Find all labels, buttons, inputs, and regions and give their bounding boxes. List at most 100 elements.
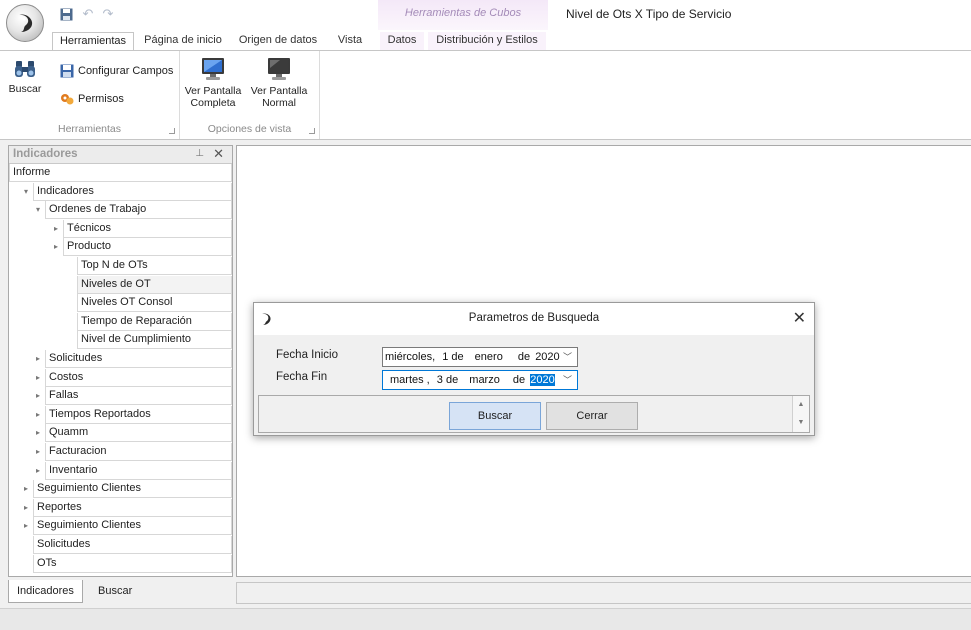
fecha-fin-de: de <box>512 374 526 386</box>
chevron-down-icon[interactable]: ﹀ <box>563 371 572 389</box>
tree-node[interactable]: ▾ Indicadores <box>9 183 232 201</box>
tree-node-label: Seguimiento Clientes <box>33 517 232 535</box>
ver-pantalla-completa-button[interactable]: Ver Pantalla Completa <box>184 55 242 109</box>
scroll-down-icon[interactable]: ▼ <box>793 414 809 432</box>
tree-node[interactable]: ▸ Seguimiento Clientes <box>9 480 232 498</box>
tree-node[interactable]: ▸ Inventario <box>9 462 232 480</box>
undo-icon[interactable]: ↶ <box>80 6 96 22</box>
chevron-down-icon[interactable]: ▾ <box>21 183 31 200</box>
tree-node-label: Ordenes de Trabajo <box>45 201 232 219</box>
chevron-right-icon[interactable]: ▸ <box>51 238 61 255</box>
chevron-right-icon[interactable]: ▸ <box>33 406 43 423</box>
chevron-right-icon[interactable]: ▸ <box>33 350 43 367</box>
chevron-down-icon[interactable]: ▾ <box>33 201 43 218</box>
chevron-right-icon[interactable]: ▸ <box>33 462 43 479</box>
chevron-right-icon[interactable]: ▸ <box>21 480 31 497</box>
fecha-fin-day: 3 de <box>436 374 459 386</box>
save-icon[interactable] <box>58 6 74 22</box>
fecha-fin-year[interactable]: 2020 <box>530 374 555 386</box>
fecha-inicio-picker[interactable]: miércoles, 1 de enero de 2020 ﹀ <box>382 347 578 367</box>
group-launcher-icon[interactable] <box>169 128 175 134</box>
buscar-dialog-button[interactable]: Buscar <box>449 402 541 430</box>
tree-node[interactable]: ▸ Reportes <box>9 499 232 517</box>
tree-node[interactable]: Tiempo de Reparación <box>9 313 232 331</box>
tree-node[interactable]: Solicitudes <box>9 536 232 554</box>
permisos-button[interactable]: Permisos <box>60 89 124 109</box>
chevron-right-icon[interactable]: ▸ <box>33 369 43 386</box>
scroll-up-icon[interactable]: ▲ <box>793 396 809 414</box>
tree-node[interactable]: ▸ Técnicos <box>9 220 232 238</box>
tree-node[interactable]: ▸ Quamm <box>9 424 232 442</box>
tree-node[interactable]: OTs <box>9 555 232 573</box>
tree-node[interactable]: ▸ Seguimiento Clientes <box>9 517 232 535</box>
tree-node[interactable]: ▸ Tiempos Reportados <box>9 406 232 424</box>
ribbon-group-herramientas: Buscar Configurar Campos Permisos Herram… <box>0 51 180 139</box>
chevron-right-icon[interactable]: ▸ <box>21 499 31 516</box>
tree-node-label: Niveles OT Consol <box>77 294 232 312</box>
tree-node[interactable]: ▸ Costos <box>9 369 232 387</box>
tab-origen-de-datos[interactable]: Origen de datos <box>236 32 320 50</box>
fecha-inicio-weekday: miércoles, <box>385 351 436 363</box>
chevron-right-icon[interactable]: ▸ <box>51 220 61 237</box>
tree-node-label: Indicadores <box>33 183 232 201</box>
parametros-dialog: Parametros de Busqueda ✕ Fecha Inicio mi… <box>253 302 815 436</box>
tree-node[interactable]: Informe <box>9 164 232 182</box>
tree-node-label: Seguimiento Clientes <box>33 480 232 498</box>
fecha-inicio-day: 1 de <box>442 351 464 363</box>
tree-node[interactable]: Nivel de Cumplimiento <box>9 331 232 349</box>
tree-node[interactable]: ▾ Ordenes de Trabajo <box>9 201 232 219</box>
dialog-scrollbar[interactable]: ▲ ▼ <box>792 396 809 432</box>
pin-icon[interactable]: ⊥ <box>195 148 204 159</box>
app-logo-icon <box>19 14 33 32</box>
dock-tab-buscar[interactable]: Buscar <box>90 580 140 603</box>
tree-node-label: Quamm <box>45 424 232 442</box>
tab-datos[interactable]: Datos <box>380 32 424 50</box>
chevron-right-icon[interactable]: ▸ <box>33 387 43 404</box>
dialog-close-icon[interactable]: ✕ <box>793 308 806 328</box>
dock-tab-indicadores[interactable]: Indicadores <box>8 580 83 603</box>
buscar-label: Buscar <box>8 83 42 95</box>
tab-distribucion-y-estilos[interactable]: Distribución y Estilos <box>428 32 546 50</box>
tree-node-label: Informe <box>9 164 232 182</box>
fecha-inicio-de: de <box>517 351 531 363</box>
monitor-icon <box>202 58 224 80</box>
chevron-right-icon[interactable]: ▸ <box>33 424 43 441</box>
window-title: Nivel de Ots X Tipo de Servicio <box>566 7 732 21</box>
group-launcher-icon[interactable] <box>309 128 315 134</box>
configurar-campos-button[interactable]: Configurar Campos <box>60 61 173 81</box>
dialog-title-bar: Parametros de Busqueda ✕ <box>254 303 814 335</box>
cerrar-dialog-button[interactable]: Cerrar <box>546 402 638 430</box>
tab-vista[interactable]: Vista <box>330 32 370 50</box>
chevron-down-icon[interactable]: ﹀ <box>563 348 572 366</box>
permisos-label: Permisos <box>78 93 124 105</box>
tree-node[interactable]: Niveles OT Consol <box>9 294 232 312</box>
dock-header: Indicadores ⊥ ✕ <box>9 146 232 164</box>
app-menu-button[interactable] <box>6 4 44 42</box>
indicadores-dock-panel: Indicadores ⊥ ✕ Informe ▾ Indicadores ▾ Orde… <box>8 145 233 577</box>
fecha-fin-weekday: martes , <box>390 374 430 386</box>
chevron-right-icon[interactable]: ▸ <box>21 517 31 534</box>
window-status-bar <box>0 608 971 630</box>
tree-node[interactable]: ▸ Facturacion <box>9 443 232 461</box>
permisos-icon <box>61 94 74 105</box>
dock-tab-bar: Indicadores Buscar <box>8 580 233 604</box>
tree-node[interactable]: ▸ Producto <box>9 238 232 256</box>
tab-herramientas[interactable]: Herramientas <box>52 32 134 50</box>
tree-node-label: Top N de OTs <box>77 257 232 275</box>
ribbon: Buscar Configurar Campos Permisos Herram… <box>0 50 971 140</box>
tree-node[interactable]: Top N de OTs <box>9 257 232 275</box>
tree-node[interactable]: Niveles de OT <box>9 276 232 294</box>
redo-icon[interactable]: ↷ <box>100 6 116 22</box>
tree-node-label: Facturacion <box>45 443 232 461</box>
fecha-fin-picker[interactable]: martes , 3 de marzo de 2020 ﹀ <box>382 370 578 390</box>
fecha-inicio-month: enero <box>474 351 503 363</box>
tree-node[interactable]: ▸ Solicitudes <box>9 350 232 368</box>
tab-pagina-de-inicio[interactable]: Página de inicio <box>140 32 226 50</box>
tree-node[interactable]: ▸ Fallas <box>9 387 232 405</box>
buscar-button[interactable]: Buscar <box>6 57 44 95</box>
tree-node-label: Fallas <box>45 387 232 405</box>
close-icon[interactable]: ✕ <box>213 146 224 162</box>
chevron-right-icon[interactable]: ▸ <box>33 443 43 460</box>
tree-node-label: Tiempos Reportados <box>45 406 232 424</box>
ver-pantalla-normal-button[interactable]: Ver Pantalla Normal <box>248 55 310 109</box>
